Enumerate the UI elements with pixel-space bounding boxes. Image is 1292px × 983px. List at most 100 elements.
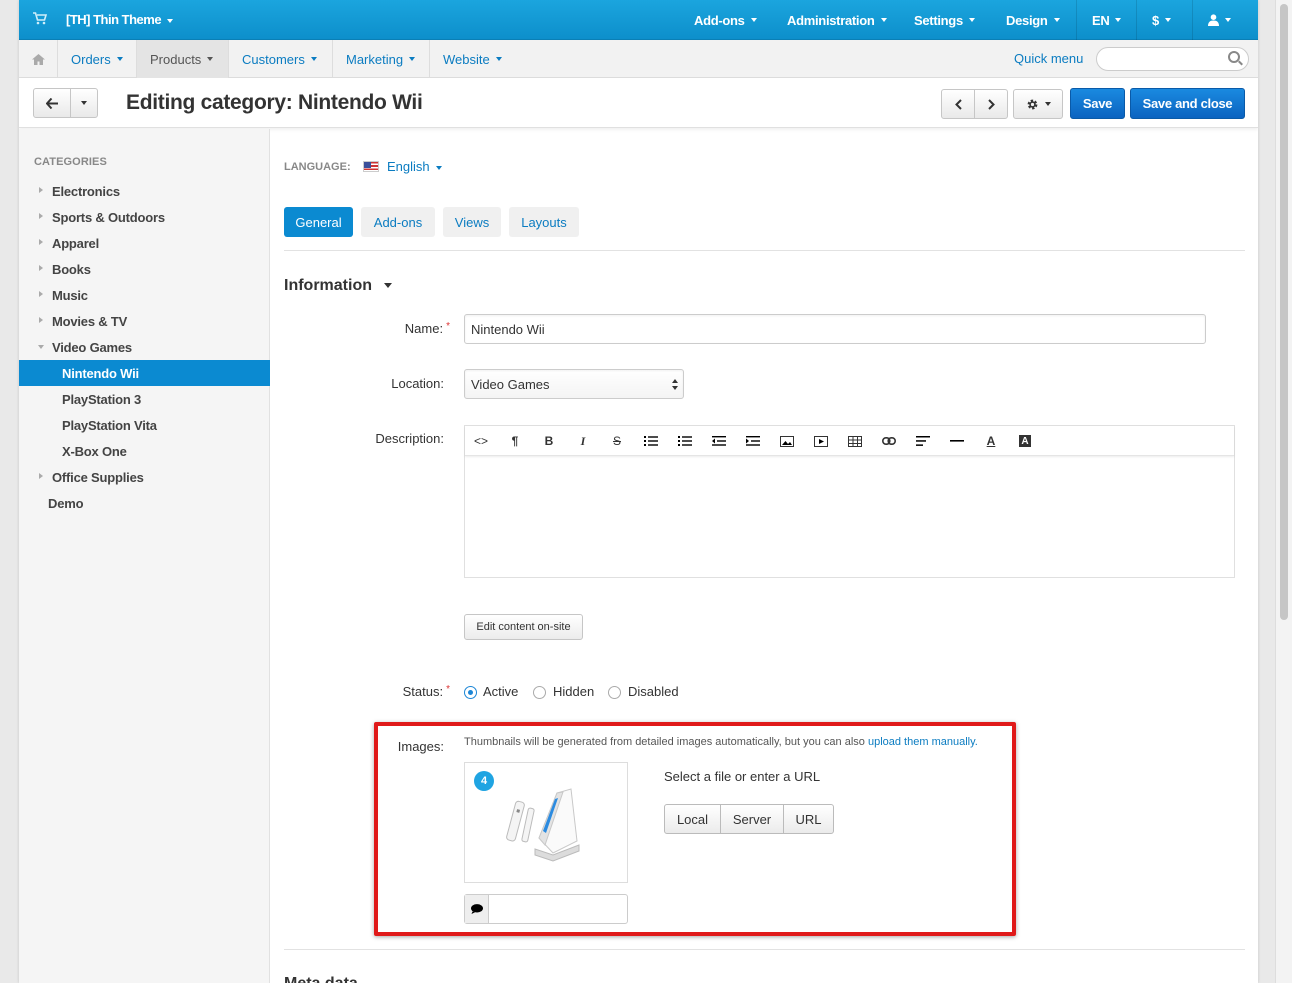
sidebar-item-label: Office Supplies: [52, 469, 144, 485]
search-input[interactable]: [1096, 47, 1249, 71]
tab-general[interactable]: General: [284, 207, 353, 237]
back-dropdown-button[interactable]: [70, 88, 98, 118]
menu-products-label: Products: [150, 51, 202, 67]
store-name: [TH] Thin Theme: [66, 12, 162, 27]
strikethrough-icon[interactable]: S: [606, 431, 628, 451]
topnav-currency[interactable]: $: [1152, 0, 1171, 40]
settings-dropdown-button[interactable]: [1013, 89, 1063, 119]
status-label: Status: *: [270, 684, 450, 699]
table-icon[interactable]: [844, 431, 866, 451]
us-flag-icon: [363, 161, 379, 172]
gear-icon: [1027, 99, 1037, 109]
tab-layouts[interactable]: Layouts: [509, 207, 579, 237]
unordered-list-icon[interactable]: [640, 431, 662, 451]
topnav-user[interactable]: [1208, 0, 1231, 40]
status-disabled-label[interactable]: Disabled: [628, 684, 679, 699]
name-field[interactable]: Nintendo Wii: [464, 314, 1206, 344]
caret-right-icon[interactable]: [39, 317, 43, 323]
caret-right-icon[interactable]: [39, 213, 43, 219]
language-selector[interactable]: English: [387, 159, 442, 174]
sidebar-item-demo[interactable]: Demo: [19, 490, 270, 516]
quick-menu-link[interactable]: Quick menu: [1014, 51, 1083, 66]
status-hidden-label[interactable]: Hidden: [553, 684, 594, 699]
save-button[interactable]: Save: [1070, 88, 1125, 119]
next-category-button[interactable]: [974, 89, 1008, 119]
topnav-settings[interactable]: Settings: [914, 0, 975, 40]
background-color-icon[interactable]: A: [1014, 431, 1036, 451]
topnav-addons-label: Add-ons: [694, 12, 745, 28]
html-code-icon[interactable]: <>: [470, 431, 492, 451]
topnav-language[interactable]: EN: [1092, 0, 1122, 40]
tab-addons[interactable]: Add-ons: [361, 207, 435, 237]
link-icon[interactable]: [878, 431, 900, 451]
outdent-icon[interactable]: [708, 431, 730, 451]
scrollbar-thumb[interactable]: [1280, 4, 1288, 620]
paragraph-icon[interactable]: ¶: [504, 431, 526, 451]
description-editor[interactable]: <> ¶ B I S A A: [464, 425, 1235, 578]
sidebar-item-apparel[interactable]: Apparel: [19, 230, 270, 256]
section-information-toggle[interactable]: Information: [284, 277, 392, 295]
tab-views[interactable]: Views: [443, 207, 501, 237]
sidebar-item-music[interactable]: Music: [19, 282, 270, 308]
sidebar-item-movies-tv[interactable]: Movies & TV: [19, 308, 270, 334]
caret-right-icon[interactable]: [39, 291, 43, 297]
previous-category-button[interactable]: [941, 89, 975, 119]
font-color-icon[interactable]: A: [980, 431, 1002, 451]
italic-icon[interactable]: I: [572, 431, 594, 451]
status-hidden-radio[interactable]: [533, 686, 546, 699]
status-active-radio[interactable]: [464, 686, 477, 699]
sidebar-item-nintendo-wii[interactable]: Nintendo Wii: [19, 360, 270, 386]
chevron-down-icon: [495, 57, 502, 61]
sidebar-item-sports-outdoors[interactable]: Sports & Outdoors: [19, 204, 270, 230]
location-select[interactable]: Video Games: [464, 369, 684, 399]
menu-products[interactable]: Products: [137, 40, 229, 78]
chevron-down-icon: [310, 57, 317, 61]
menu-customers[interactable]: Customers: [229, 40, 333, 78]
topnav-settings-label: Settings: [914, 12, 963, 28]
title-bar: Editing category: Nintendo Wii Save Save…: [19, 78, 1258, 128]
topnav-design[interactable]: Design: [1006, 0, 1060, 40]
page-scrollbar[interactable]: [1275, 0, 1292, 983]
menu-website-label: Website: [443, 51, 490, 67]
menu-website[interactable]: Website: [430, 40, 517, 78]
back-button[interactable]: [33, 88, 71, 118]
sidebar-item-xbox-one[interactable]: X-Box One: [19, 438, 270, 464]
sidebar-item-playstation-vita[interactable]: PlayStation Vita: [19, 412, 270, 438]
save-and-close-button[interactable]: Save and close: [1130, 88, 1245, 119]
caret-right-icon[interactable]: [39, 239, 43, 245]
caret-down-icon[interactable]: [38, 345, 44, 349]
status-disabled-radio[interactable]: [608, 686, 621, 699]
topnav-currency-label: $: [1152, 12, 1159, 28]
cart-icon[interactable]: [33, 12, 48, 26]
sidebar-item-office-supplies[interactable]: Office Supplies: [19, 464, 270, 490]
status-label-text: Status:: [402, 684, 444, 699]
video-icon[interactable]: [810, 431, 832, 451]
indent-icon[interactable]: [742, 431, 764, 451]
ordered-list-icon[interactable]: [674, 431, 696, 451]
section-meta-data-title[interactable]: Meta data: [284, 975, 358, 983]
editor-toolbar: <> ¶ B I S A A: [465, 426, 1234, 456]
sidebar-item-label: Demo: [48, 495, 84, 511]
bold-icon[interactable]: B: [538, 431, 560, 451]
image-icon[interactable]: [776, 431, 798, 451]
divider: [284, 250, 1245, 251]
menu-orders[interactable]: Orders: [58, 40, 137, 78]
home-icon[interactable]: [19, 40, 58, 78]
store-selector[interactable]: [TH] Thin Theme: [66, 12, 174, 27]
caret-right-icon[interactable]: [39, 265, 43, 271]
sidebar-item-electronics[interactable]: Electronics: [19, 178, 270, 204]
sidebar-item-playstation-3[interactable]: PlayStation 3: [19, 386, 270, 412]
topnav-addons[interactable]: Add-ons: [694, 0, 757, 40]
horizontal-rule-icon[interactable]: [946, 431, 968, 451]
edit-content-onsite-button[interactable]: Edit content on-site: [464, 614, 583, 640]
menu-marketing[interactable]: Marketing: [333, 40, 430, 78]
align-left-icon[interactable]: [912, 431, 934, 451]
caret-right-icon[interactable]: [39, 187, 43, 193]
sidebar-item-books[interactable]: Books: [19, 256, 270, 282]
search-icon[interactable]: [1228, 51, 1240, 63]
user-icon: [1208, 14, 1219, 26]
caret-right-icon[interactable]: [39, 473, 43, 479]
topnav-administration[interactable]: Administration: [787, 0, 887, 40]
status-active-label[interactable]: Active: [483, 684, 518, 699]
sidebar-item-video-games[interactable]: Video Games: [19, 334, 270, 360]
